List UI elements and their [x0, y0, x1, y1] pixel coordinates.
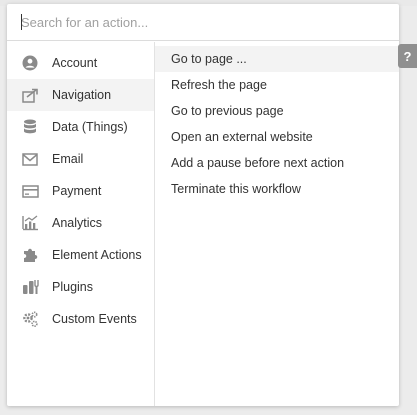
- help-button[interactable]: ?: [398, 44, 417, 68]
- action-go-previous-page[interactable]: Go to previous page: [155, 98, 399, 124]
- sidebar-item-label: Email: [52, 152, 84, 166]
- search-bar: [7, 4, 399, 41]
- sidebar-item-label: Element Actions: [52, 248, 142, 262]
- email-icon: [21, 150, 39, 168]
- search-input[interactable]: [21, 12, 381, 32]
- sidebar-item-analytics[interactable]: Analytics: [7, 207, 154, 239]
- sidebar-item-label: Analytics: [52, 216, 103, 230]
- sidebar-item-label: Account: [52, 56, 98, 70]
- sidebar-item-label: Custom Events: [52, 312, 137, 326]
- action-add-pause[interactable]: Add a pause before next action: [155, 150, 399, 176]
- sidebar-item-label: Navigation: [52, 88, 112, 102]
- sidebar-item-label: Data (Things): [52, 120, 128, 134]
- category-sidebar: Account Navigation Data (Things) Email P…: [7, 42, 155, 406]
- gears-icon: [21, 310, 39, 328]
- text-caret: [21, 14, 22, 30]
- sidebar-item-plugins[interactable]: Plugins: [7, 271, 154, 303]
- sidebar-item-custom-events[interactable]: Custom Events: [7, 303, 154, 335]
- sidebar-item-account[interactable]: Account: [7, 47, 154, 79]
- action-picker-panel: Account Navigation Data (Things): [7, 4, 399, 406]
- sidebar-item-label: Plugins: [52, 280, 93, 294]
- sidebar-item-element-actions[interactable]: Element Actions: [7, 239, 154, 271]
- payment-card-icon: [21, 182, 39, 200]
- analytics-icon: [21, 214, 39, 232]
- sidebar-item-navigation[interactable]: Navigation: [7, 79, 154, 111]
- sidebar-item-payment[interactable]: Payment: [7, 175, 154, 207]
- action-open-external-website[interactable]: Open an external website: [155, 124, 399, 150]
- sidebar-item-label: Payment: [52, 184, 102, 198]
- sidebar-item-data-things[interactable]: Data (Things): [7, 111, 154, 143]
- plugin-icon: [21, 278, 39, 296]
- action-go-to-page[interactable]: Go to page ...: [155, 46, 399, 72]
- database-icon: [21, 118, 39, 136]
- puzzle-icon: [21, 246, 39, 264]
- sidebar-item-email[interactable]: Email: [7, 143, 154, 175]
- account-icon: [21, 54, 39, 72]
- navigation-icon: [21, 86, 39, 104]
- action-refresh-page[interactable]: Refresh the page: [155, 72, 399, 98]
- action-terminate-workflow[interactable]: Terminate this workflow: [155, 176, 399, 202]
- action-list: Go to page ... Refresh the page Go to pr…: [155, 42, 399, 406]
